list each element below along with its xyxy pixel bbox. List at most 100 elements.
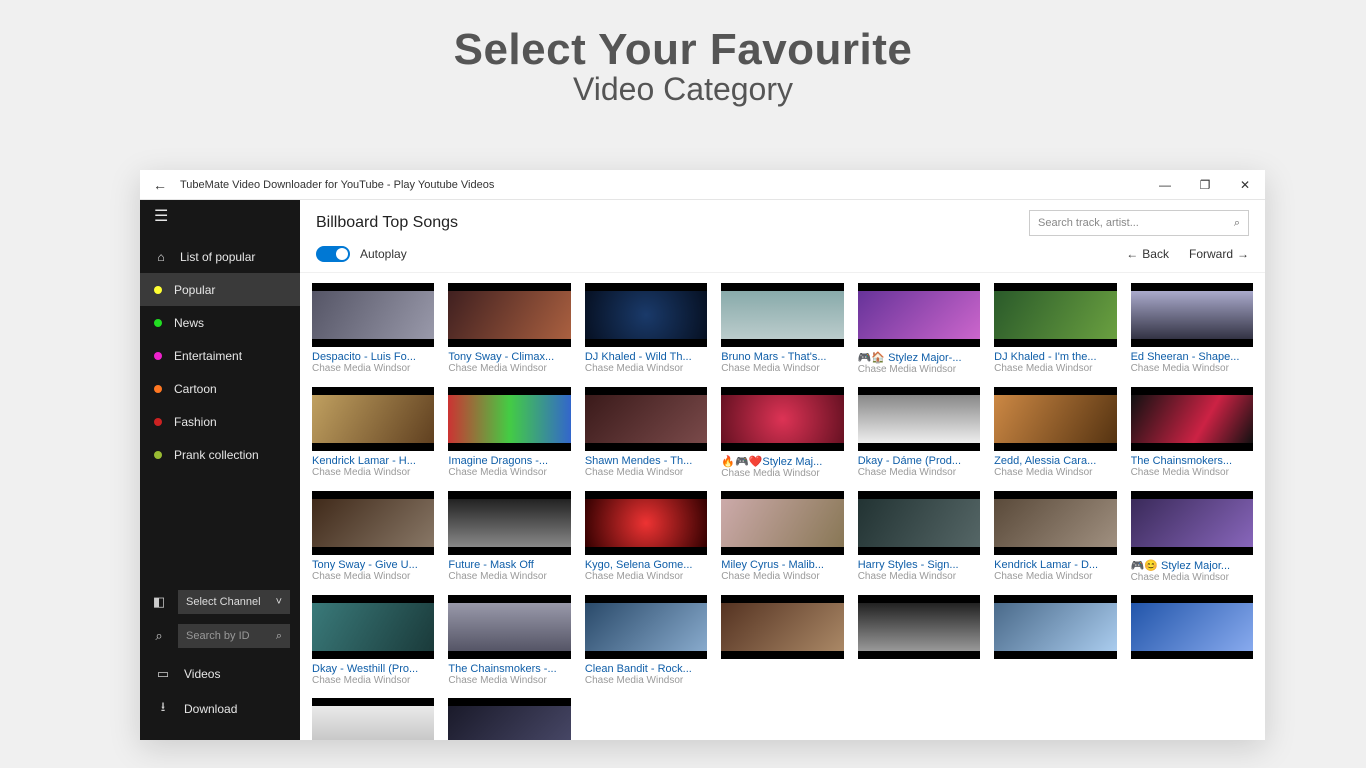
video-channel: Chase Media Windsor [448,571,570,582]
nav-category-popular[interactable]: Popular [140,273,300,306]
home-icon: ⌂ [154,250,168,264]
video-channel: Chase Media Windsor [858,571,980,582]
video-thumbnail [994,387,1116,451]
video-title: Clean Bandit - Rock... [585,663,707,675]
nav-category-label: Fashion [174,415,217,429]
video-channel: Chase Media Windsor [994,467,1116,478]
video-card[interactable]: Chase Media Windsor [448,698,570,740]
video-card[interactable]: Harry Styles - Sign...Chase Media Windso… [858,491,980,583]
video-channel: Chase Media Windsor [721,363,843,374]
nav-home-label: List of popular [180,250,255,264]
video-card[interactable]: Chase Media Windsor [1131,595,1253,686]
main-content: Billboard Top Songs Search track, artist… [300,200,1265,740]
nav-category-fashion[interactable]: Fashion [140,405,300,438]
search-input[interactable]: Search track, artist... ⌕ [1029,210,1249,236]
video-title: Bruno Mars - That's... [721,351,843,363]
video-card[interactable]: Kygo, Selena Gome...Chase Media Windsor [585,491,707,583]
video-title: DJ Khaled - I'm the... [994,351,1116,363]
hamburger-button[interactable]: ☰ [140,200,300,232]
video-card[interactable]: Despacito - Luis Fo...Chase Media Windso… [312,283,434,375]
video-title: Future - Mask Off [448,559,570,571]
sidebar-videos[interactable]: ▭ Videos [150,658,290,690]
video-title: 🎮🏠 Stylez Major-... [858,351,980,364]
video-card[interactable]: DJ Khaled - Wild Th...Chase Media Windso… [585,283,707,375]
video-thumbnail [585,387,707,451]
select-channel-dropdown[interactable]: Select Channel ˅ [178,590,290,614]
video-card[interactable]: Zedd, Alessia Cara...Chase Media Windsor [994,387,1116,479]
nav-category-prank-collection[interactable]: Prank collection [140,438,300,471]
nav-category-news[interactable]: News [140,306,300,339]
video-channel: Chase Media Windsor [448,467,570,478]
sidebar-download[interactable]: ⭳ Download [150,690,290,728]
video-thumbnail [721,595,843,659]
video-card[interactable]: Shawn Mendes - Th...Chase Media Windsor [585,387,707,479]
video-card[interactable]: The Chainsmokers -...Chase Media Windsor [448,595,570,686]
autoplay-toggle[interactable] [316,246,350,262]
video-thumbnail [994,283,1116,347]
video-channel: Chase Media Windsor [994,363,1116,374]
nav-category-label: News [174,316,204,330]
video-card[interactable]: Chase Media Windsor [312,698,434,740]
close-button[interactable]: ✕ [1225,170,1265,200]
video-channel: Chase Media Windsor [312,571,434,582]
video-card[interactable]: 🎮😊 Stylez Major...Chase Media Windsor [1131,491,1253,583]
video-card[interactable]: Dkay - Westhill (Pro...Chase Media Winds… [312,595,434,686]
nav-category-entertaiment[interactable]: Entertaiment [140,339,300,372]
maximize-button[interactable]: ❐ [1185,170,1225,200]
video-title: Kygo, Selena Gome... [585,559,707,571]
video-thumbnail [312,698,434,740]
nav-category-cartoon[interactable]: Cartoon [140,372,300,405]
download-icon: ⭳ [154,698,172,720]
video-card[interactable]: Kendrick Lamar - H...Chase Media Windsor [312,387,434,479]
video-card[interactable]: Chase Media Windsor [858,595,980,686]
nav-forward[interactable]: Forward → [1189,247,1249,261]
video-title: Zedd, Alessia Cara... [994,455,1116,467]
video-channel: Chase Media Windsor [448,675,570,686]
search-icon: ⌕ [150,628,168,644]
video-thumbnail [585,595,707,659]
video-card[interactable]: Tony Sway - Climax...Chase Media Windsor [448,283,570,375]
video-channel: Chase Media Windsor [1131,572,1253,583]
video-card[interactable]: The Chainsmokers...Chase Media Windsor [1131,387,1253,479]
video-card[interactable]: Tony Sway - Give U...Chase Media Windsor [312,491,434,583]
video-card[interactable]: Future - Mask OffChase Media Windsor [448,491,570,583]
video-card[interactable]: Miley Cyrus - Malib...Chase Media Windso… [721,491,843,583]
video-card[interactable]: Bruno Mars - That's...Chase Media Windso… [721,283,843,375]
video-card[interactable]: Imagine Dragons -...Chase Media Windsor [448,387,570,479]
video-channel: Chase Media Windsor [448,363,570,374]
video-channel: Chase Media Windsor [585,363,707,374]
video-channel: Chase Media Windsor [1131,467,1253,478]
nav-back[interactable]: ← Back [1126,247,1169,261]
nav-category-label: Cartoon [174,382,217,396]
video-title: Dkay - Westhill (Pro... [312,663,434,675]
video-title: Tony Sway - Give U... [312,559,434,571]
video-title: Kendrick Lamar - H... [312,455,434,467]
search-by-id-input[interactable]: Search by ID ⌕ [178,624,290,648]
nav-category-label: Prank collection [174,448,259,462]
titlebar: ← TubeMate Video Downloader for YouTube … [140,170,1265,200]
promo-title: Select Your Favourite [0,25,1366,75]
video-card[interactable]: Ed Sheeran - Shape...Chase Media Windsor [1131,283,1253,375]
video-channel: Chase Media Windsor [721,468,843,479]
arrow-right-icon: → [1237,247,1249,261]
video-card[interactable]: 🎮🏠 Stylez Major-...Chase Media Windsor [858,283,980,375]
video-title: Tony Sway - Climax... [448,351,570,363]
category-dot-icon [154,451,162,459]
video-card[interactable]: Chase Media Windsor [994,595,1116,686]
video-card[interactable]: DJ Khaled - I'm the...Chase Media Windso… [994,283,1116,375]
category-dot-icon [154,286,162,294]
minimize-button[interactable]: — [1145,170,1185,200]
video-card[interactable]: 🔥🎮❤️Stylez Maj...Chase Media Windsor [721,387,843,479]
video-card[interactable]: Clean Bandit - Rock...Chase Media Windso… [585,595,707,686]
video-card[interactable]: Chase Media Windsor [721,595,843,686]
nav-home[interactable]: ⌂ List of popular [140,240,300,273]
video-title: Dkay - Dáme (Prod... [858,455,980,467]
video-channel: Chase Media Windsor [585,675,707,686]
video-thumbnail [448,698,570,740]
promo-subtitle: Video Category [0,71,1366,108]
video-channel: Chase Media Windsor [585,571,707,582]
back-arrow-button[interactable]: ← [140,177,180,193]
video-thumbnail [312,595,434,659]
video-card[interactable]: Kendrick Lamar - D...Chase Media Windsor [994,491,1116,583]
video-card[interactable]: Dkay - Dáme (Prod...Chase Media Windsor [858,387,980,479]
